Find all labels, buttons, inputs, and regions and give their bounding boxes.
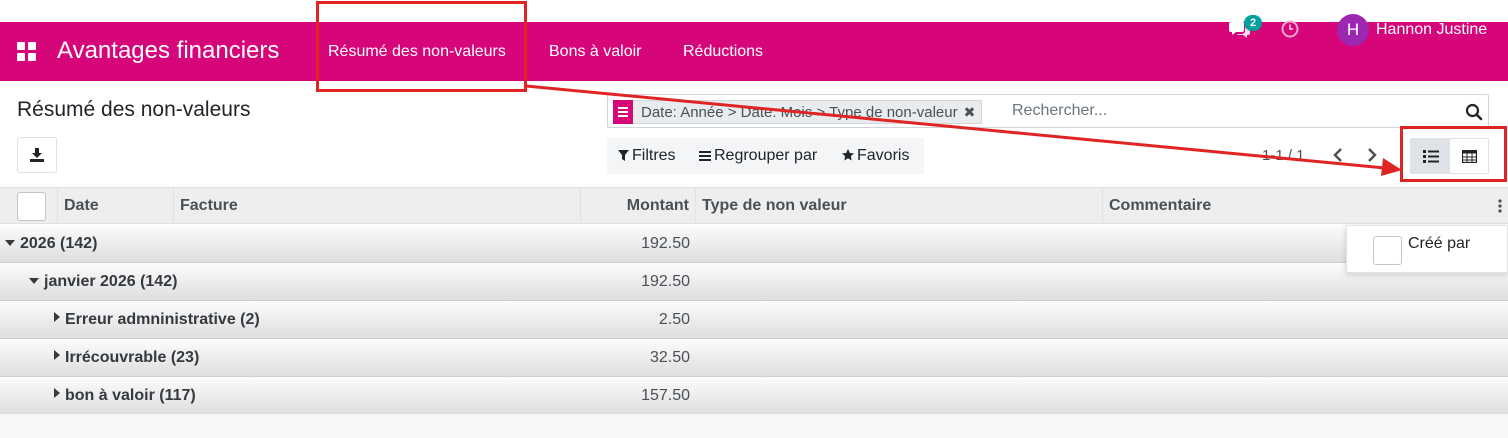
annotation-arrow xyxy=(525,84,1402,176)
